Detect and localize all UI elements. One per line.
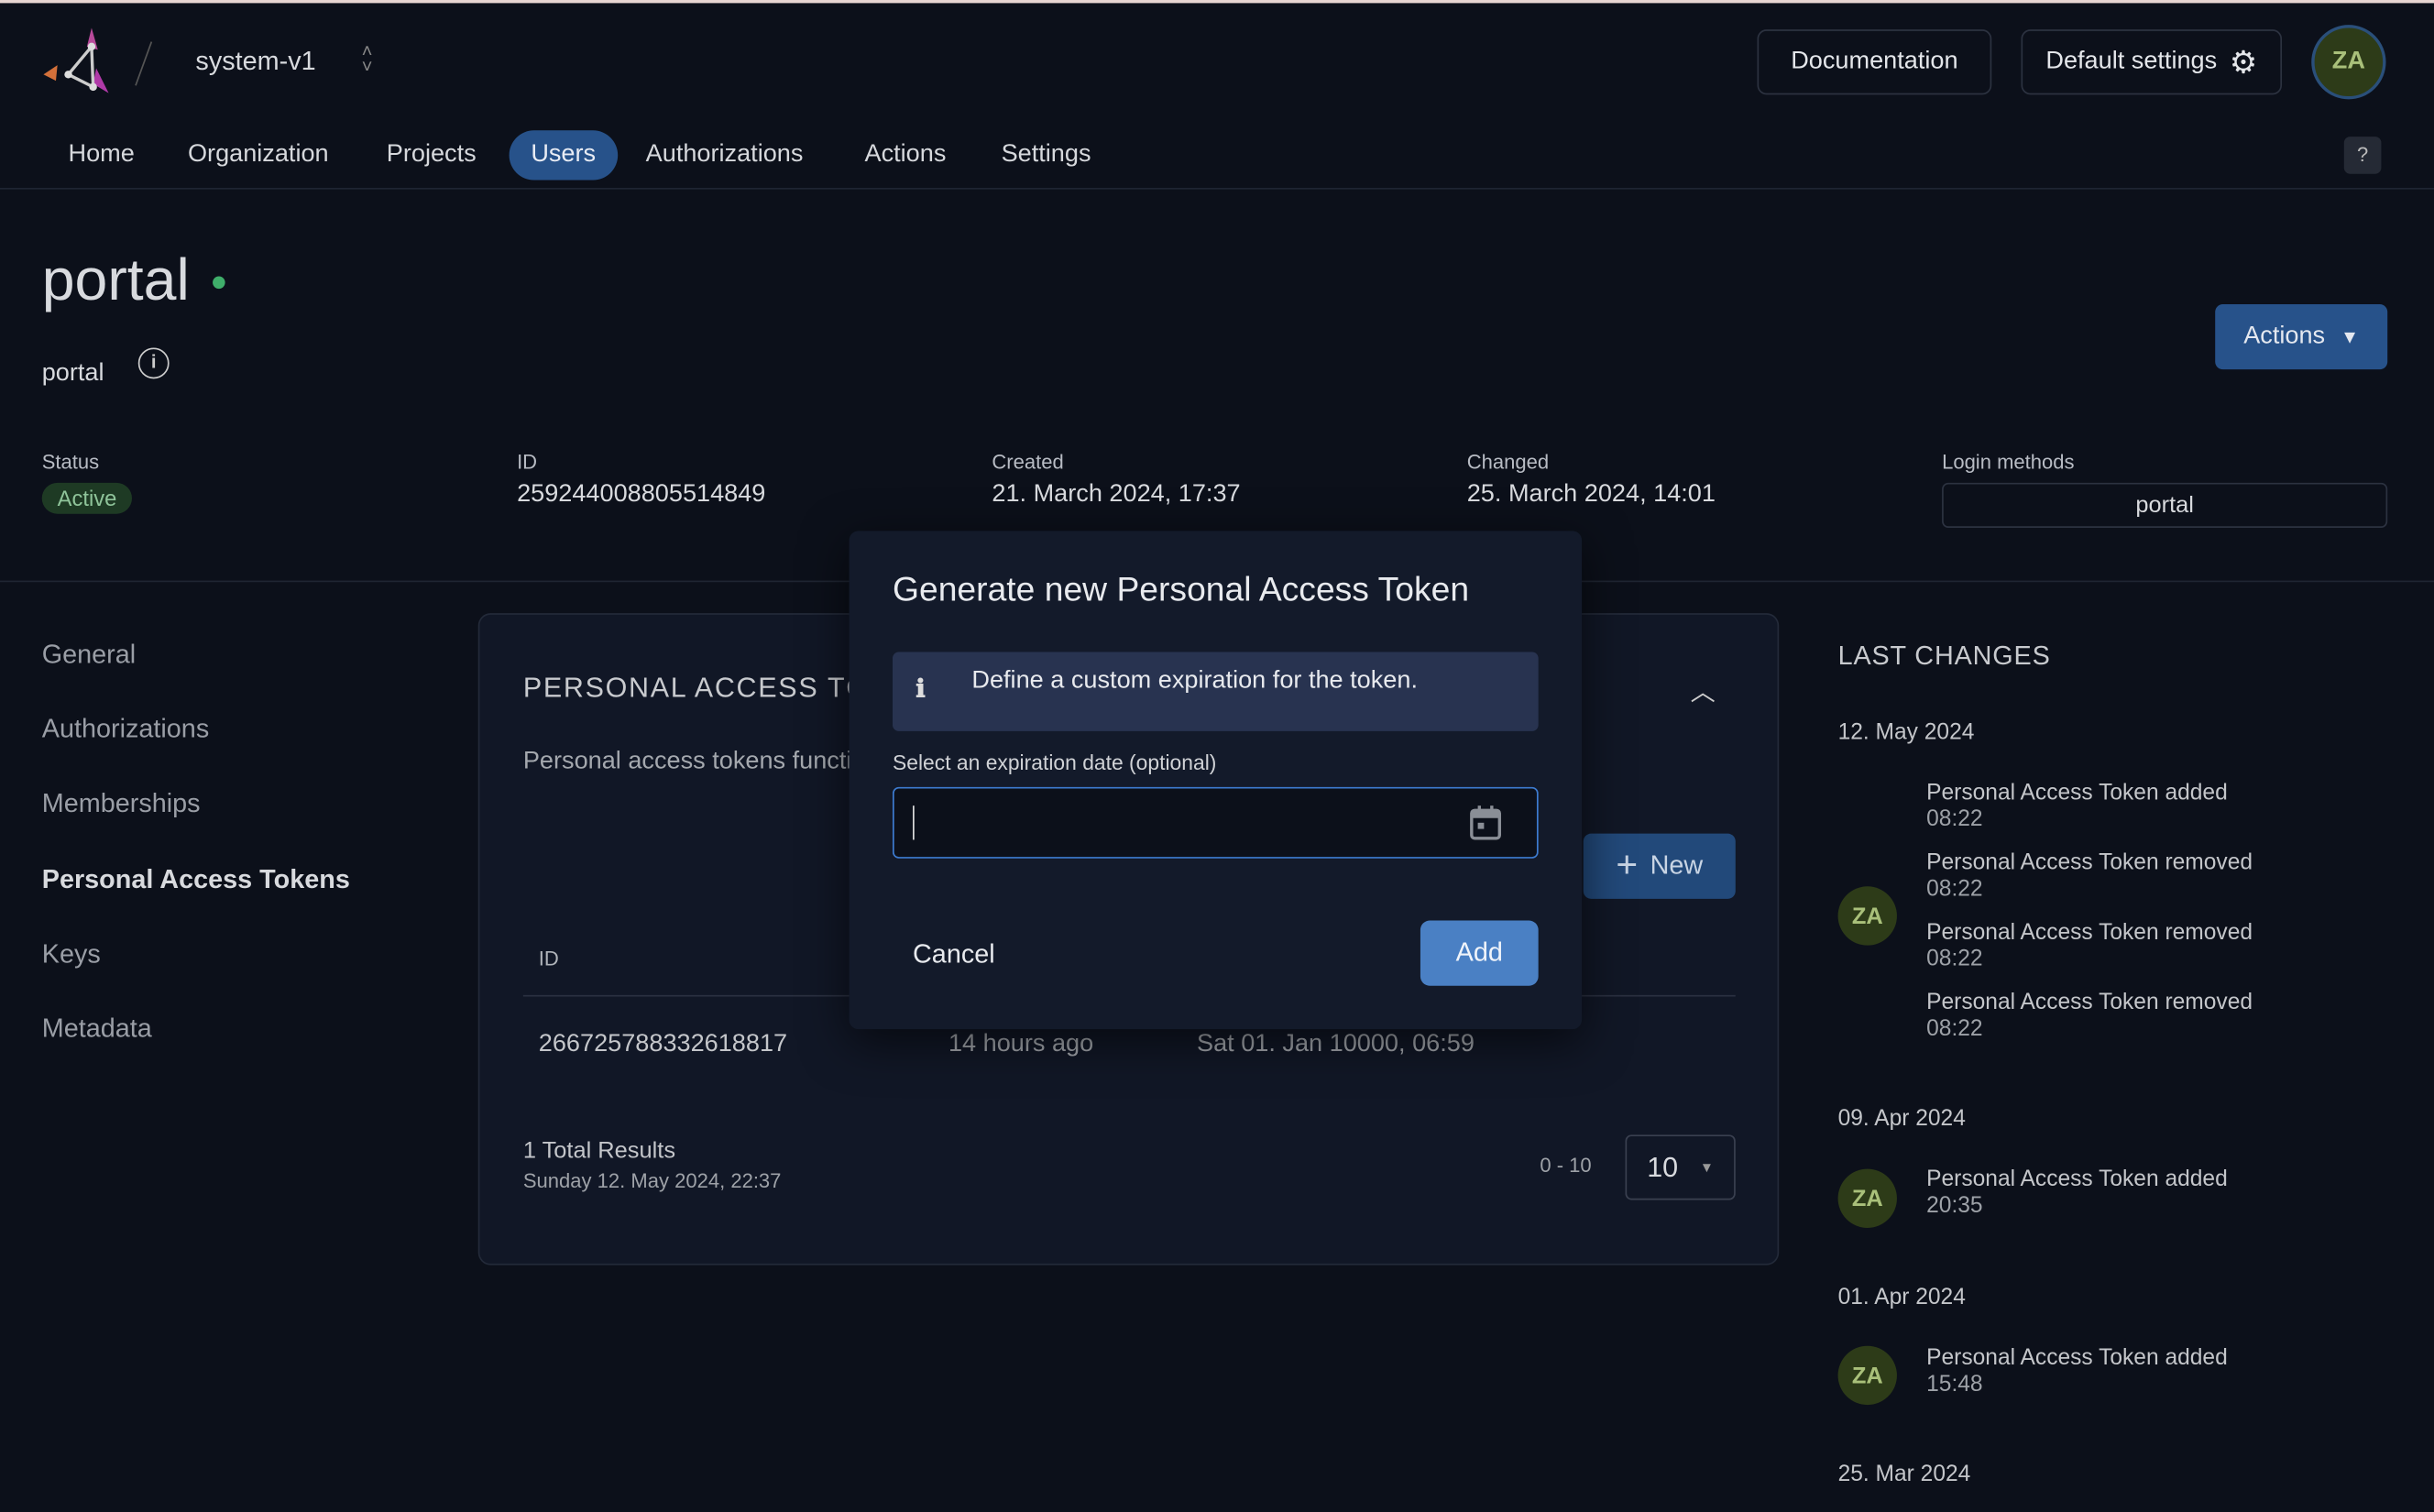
total-results: 1 Total Results bbox=[522, 1137, 676, 1165]
changed-value: 25. March 2024, 14:01 bbox=[1466, 481, 1716, 508]
header-divider bbox=[0, 187, 2434, 190]
actions-dropdown-button[interactable]: Actions ▼ bbox=[2215, 304, 2388, 370]
token-expires: Sat 01. Jan 10000, 06:59 bbox=[1196, 1030, 1475, 1057]
sidebar-item-authorizations[interactable]: Authorizations bbox=[42, 714, 209, 745]
nav-home[interactable]: Home bbox=[47, 130, 157, 180]
change-item: Personal Access Token removed 08:22 bbox=[1926, 921, 2253, 974]
sidebar-item-memberships[interactable]: Memberships bbox=[42, 789, 201, 820]
change-item: Personal Access Token added 15:48 bbox=[1926, 1346, 2228, 1399]
caret-down-icon: ▼ bbox=[1699, 1159, 1714, 1176]
change-time: 08:22 bbox=[1926, 1016, 1983, 1042]
change-text: Personal Access Token added bbox=[1926, 781, 2228, 806]
text-cursor bbox=[913, 805, 915, 840]
login-methods-label: Login methods bbox=[1942, 450, 2075, 474]
status-dot bbox=[213, 276, 225, 290]
page-title: portal bbox=[41, 248, 190, 314]
nav-authorizations[interactable]: Authorizations bbox=[624, 130, 825, 180]
created-value: 21. March 2024, 17:37 bbox=[992, 481, 1241, 508]
page-size-select[interactable]: 10 ▼ bbox=[1625, 1134, 1736, 1200]
change-avatar: ZA bbox=[1837, 1168, 1897, 1228]
change-text: Personal Access Token removed bbox=[1926, 920, 2253, 946]
actions-label: Actions bbox=[2243, 323, 2326, 350]
status-label: Status bbox=[41, 450, 100, 474]
new-token-button[interactable]: + New bbox=[1583, 833, 1736, 899]
page-subtitle: portal bbox=[41, 360, 104, 387]
sidebar-item-personal-access-tokens[interactable]: Personal Access Tokens bbox=[42, 865, 350, 896]
nav-actions[interactable]: Actions bbox=[843, 130, 968, 180]
change-item: Personal Access Token removed 08:22 bbox=[1926, 850, 2253, 904]
calendar-icon[interactable] bbox=[1468, 804, 1502, 841]
user-avatar[interactable]: ZA bbox=[2311, 25, 2386, 100]
change-date: 01. Apr 2024 bbox=[1837, 1285, 1966, 1310]
token-created: 14 hours ago bbox=[948, 1030, 1094, 1057]
created-label: Created bbox=[992, 450, 1064, 474]
plus-icon: + bbox=[1616, 844, 1639, 887]
column-header-id: ID bbox=[538, 947, 559, 970]
id-label: ID bbox=[517, 450, 538, 474]
chevron-down-icon: ▼ bbox=[2341, 325, 2360, 348]
change-time: 08:22 bbox=[1926, 877, 1983, 903]
nav-projects[interactable]: Projects bbox=[365, 130, 498, 180]
card-title: PERSONAL ACCESS TC bbox=[522, 672, 869, 704]
change-text: Personal Access Token removed bbox=[1926, 850, 2253, 876]
cancel-button[interactable]: Cancel bbox=[913, 939, 995, 970]
chevron-up-down-icon[interactable]: ˄ ˅ bbox=[362, 42, 373, 76]
id-value: 259244008805514849 bbox=[517, 481, 766, 508]
last-changes-title: LAST CHANGES bbox=[1837, 641, 2051, 671]
change-item: Personal Access Token added 08:22 bbox=[1926, 781, 2228, 834]
chevron-up-icon[interactable]: ︿ bbox=[1691, 671, 1716, 708]
expiration-label: Select an expiration date (optional) bbox=[892, 751, 1217, 775]
pagination-range: 0 - 10 bbox=[1540, 1153, 1592, 1178]
new-label: New bbox=[1650, 850, 1704, 881]
login-method-chip: portal bbox=[1942, 482, 2388, 528]
change-avatar: ZA bbox=[1837, 1345, 1897, 1406]
page-size-value: 10 bbox=[1647, 1151, 1679, 1182]
documentation-button[interactable]: Documentation bbox=[1757, 29, 1992, 95]
change-text: Personal Access Token removed bbox=[1926, 990, 2253, 1015]
default-settings-button[interactable]: Default settings ⚙ bbox=[2021, 29, 2283, 95]
zitadel-logo-icon bbox=[43, 27, 109, 93]
change-item: Personal Access Token removed 08:22 bbox=[1926, 991, 2253, 1044]
change-time: 08:22 bbox=[1926, 806, 1983, 832]
info-box: ℹ Define a custom expiration for the tok… bbox=[892, 652, 1539, 731]
change-time: 20:35 bbox=[1926, 1193, 1983, 1219]
info-icon: ℹ bbox=[915, 676, 926, 704]
results-timestamp: Sunday 12. May 2024, 22:37 bbox=[522, 1168, 782, 1192]
status-badge: Active bbox=[41, 482, 133, 514]
help-button[interactable]: ? bbox=[2343, 137, 2382, 174]
change-date: 12. May 2024 bbox=[1837, 720, 1975, 746]
change-time: 08:22 bbox=[1926, 947, 1983, 972]
add-button[interactable]: Add bbox=[1420, 920, 1539, 986]
sidebar-item-keys[interactable]: Keys bbox=[42, 939, 101, 970]
gear-icon: ⚙ bbox=[2229, 45, 2258, 81]
nav-organization[interactable]: Organization bbox=[166, 130, 350, 180]
token-id: 266725788332618817 bbox=[538, 1030, 788, 1057]
change-text: Personal Access Token added bbox=[1926, 1167, 2228, 1192]
breadcrumb-divider bbox=[135, 41, 153, 86]
change-text: Personal Access Token added bbox=[1926, 1345, 2228, 1371]
info-text: Define a custom expiration for the token… bbox=[971, 667, 1418, 695]
expiration-date-input[interactable] bbox=[892, 786, 1539, 859]
sidebar-item-general[interactable]: General bbox=[42, 640, 136, 671]
change-item: Personal Access Token added 20:35 bbox=[1926, 1167, 2228, 1221]
nav-users[interactable]: Users bbox=[509, 130, 618, 181]
sidebar-item-metadata[interactable]: Metadata bbox=[42, 1013, 152, 1045]
dialog-title: Generate new Personal Access Token bbox=[892, 569, 1470, 609]
generate-token-dialog: Generate new Personal Access Token ℹ Def… bbox=[849, 531, 1583, 1030]
changed-label: Changed bbox=[1466, 450, 1550, 474]
org-selector[interactable]: system-v1 bbox=[195, 47, 315, 78]
window-top-edge bbox=[0, 0, 2434, 4]
card-description: Personal access tokens functi bbox=[522, 748, 852, 775]
info-icon[interactable]: i bbox=[137, 347, 170, 379]
change-avatar: ZA bbox=[1837, 886, 1897, 946]
default-settings-label: Default settings bbox=[2045, 48, 2218, 75]
change-time: 15:48 bbox=[1926, 1372, 1983, 1397]
nav-settings[interactable]: Settings bbox=[980, 130, 1113, 180]
change-date: 25. Mar 2024 bbox=[1837, 1462, 1971, 1487]
change-date: 09. Apr 2024 bbox=[1837, 1106, 1966, 1132]
